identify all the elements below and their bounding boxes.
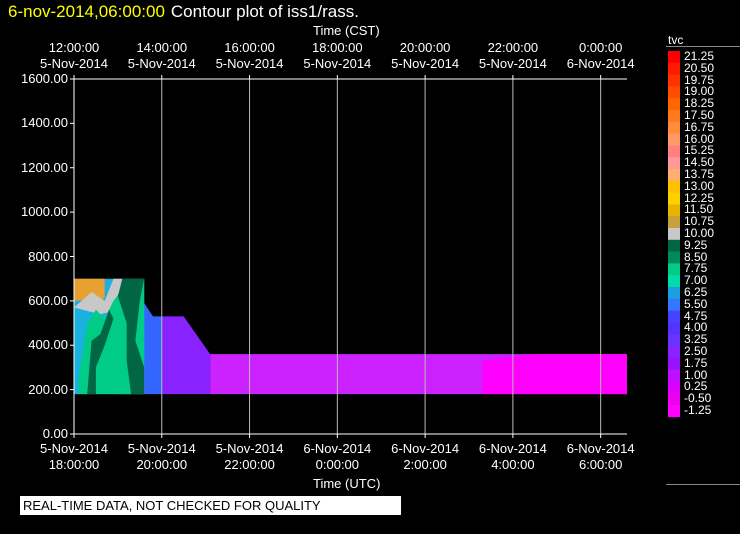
colorbar-swatch-20 (668, 287, 680, 300)
bottom-tick-label: 5-Nov-2014 20:00:00 (127, 441, 196, 472)
colorbar-swatch-3 (668, 86, 680, 99)
colorbar-swatch-16 (668, 239, 680, 252)
y-tick-label: 200.00 (28, 381, 68, 397)
colorbar-label: -1.25 (684, 403, 712, 417)
colorbar-swatch-29 (668, 393, 680, 406)
colorbar-swatch-12 (668, 192, 680, 205)
colorbar-swatch-5 (668, 110, 680, 123)
colorbar-swatch-8 (668, 145, 680, 158)
colorbar-swatch-2 (668, 74, 680, 87)
colorbar-swatch-30 (668, 405, 680, 418)
bottom-tick-label: 5-Nov-2014 22:00:00 (215, 441, 284, 472)
y-tick-label: 1200.00 (21, 159, 68, 175)
y-tick-label: 0.00 (42, 426, 68, 441)
y-tick-label: 600.00 (28, 292, 68, 308)
contour-region-lower-block-pink (482, 354, 627, 395)
legend-title: tvc (668, 33, 684, 47)
colorbar-swatch-26 (668, 357, 680, 370)
bottom-tick-label: 6-Nov-2014 0:00:00 (303, 441, 372, 472)
top-tick-label: 16:00:00 5-Nov-2014 (215, 40, 284, 71)
legend-divider-bottom (666, 484, 740, 485)
top-tick-label: 22:00:00 5-Nov-2014 (478, 40, 547, 71)
colorbar-swatch-0 (668, 51, 680, 64)
colorbar-swatch-7 (668, 133, 680, 146)
colorbar-swatch-18 (668, 263, 680, 276)
top-tick-label: 12:00:00 5-Nov-2014 (40, 40, 108, 71)
qc-note: REAL-TIME DATA, NOT CHECKED FOR QUALITY (20, 496, 401, 515)
legend-divider-top (666, 46, 740, 47)
colorbar-swatch-14 (668, 216, 680, 229)
colorbar-swatch-28 (668, 381, 680, 394)
colorbar-swatch-9 (668, 157, 680, 170)
top-tick-label: 14:00:00 5-Nov-2014 (127, 40, 196, 71)
colorbar-swatch-24 (668, 334, 680, 347)
colorbar-swatch-11 (668, 180, 680, 193)
bottom-tick-label: 5-Nov-2014 18:00:00 (40, 441, 108, 472)
top-tick-label: 0:00:00 6-Nov-2014 (566, 40, 635, 71)
y-tick-label: 1600.00 (21, 71, 68, 86)
top-tick-label: 20:00:00 5-Nov-2014 (391, 40, 460, 71)
colorbar-swatch-1 (668, 62, 680, 75)
colorbar-swatch-25 (668, 346, 680, 359)
y-tick-label: 400.00 (28, 337, 68, 353)
colorbar-swatch-27 (668, 369, 680, 382)
colorbar-swatch-23 (668, 322, 680, 335)
colorbar-swatch-19 (668, 275, 680, 288)
bottom-tick-label: 6-Nov-2014 4:00:00 (478, 441, 547, 472)
colorbar-swatch-21 (668, 298, 680, 311)
top-tick-label: 18:00:00 5-Nov-2014 (303, 40, 372, 71)
bottom-tick-label: 6-Nov-2014 6:00:00 (566, 441, 635, 472)
y-tick-label: 800.00 (28, 248, 68, 264)
colorbar-swatch-6 (668, 121, 680, 134)
bottom-tick-label: 6-Nov-2014 2:00:00 (391, 441, 460, 472)
colorbar-swatch-4 (668, 98, 680, 111)
y-tick-label: 1400.00 (21, 115, 68, 131)
colorbar-swatch-13 (668, 204, 680, 217)
colorbar-swatch-10 (668, 169, 680, 182)
contour-region-middle-ramp-purple (161, 316, 211, 395)
colorbar-swatch-22 (668, 310, 680, 323)
colorbar-swatch-17 (668, 251, 680, 264)
y-tick-label: 1000.00 (21, 204, 68, 220)
colorbar-swatch-15 (668, 228, 680, 241)
